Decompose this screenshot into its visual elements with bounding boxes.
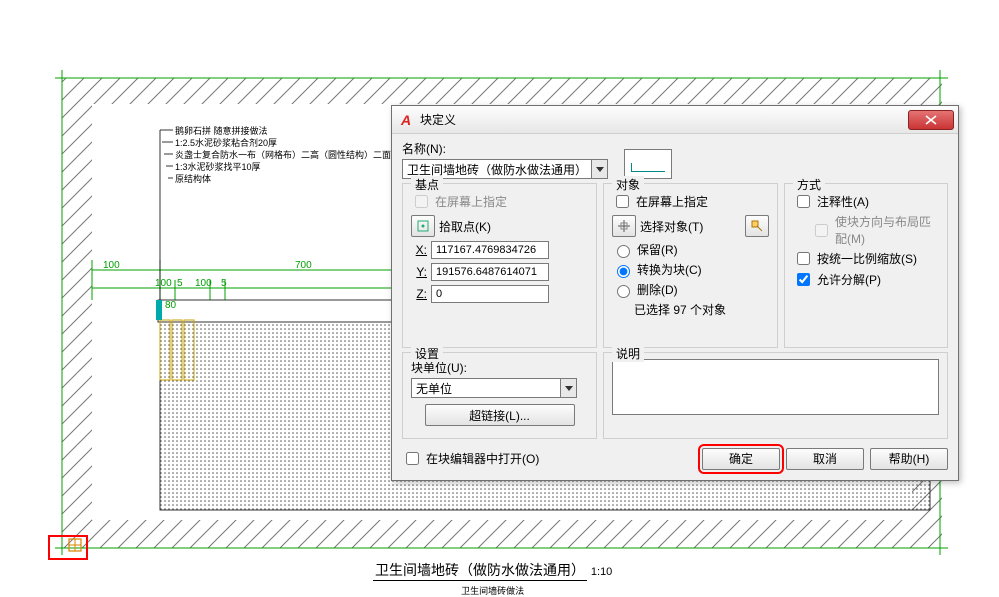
chk-label: 在屏幕上指定 [636, 193, 708, 210]
drawing-title-scale: 1:10 [591, 566, 612, 578]
chk-match-orientation-box [815, 224, 828, 237]
table-icon [68, 538, 82, 552]
close-icon [925, 115, 937, 125]
dim: 5 [221, 278, 227, 289]
dim: 700 [295, 260, 312, 271]
chk-specify-onscreen-base-box[interactable] [415, 195, 428, 208]
unit-dropdown[interactable] [561, 378, 577, 398]
group-settings: 设置 块单位(U): 超链接(L)... [402, 352, 597, 439]
radio-label: 保留(R) [637, 241, 678, 258]
quick-select-icon [750, 219, 764, 233]
chk-annotative-box[interactable] [797, 195, 810, 208]
chk-scale-uniform-box[interactable] [797, 252, 810, 265]
chk-allow-explode[interactable]: 允许分解(P) [793, 270, 939, 289]
radio-retain[interactable]: 保留(R) [612, 241, 769, 258]
legend-objects: 对象 [612, 176, 644, 193]
group-basepoint: 基点 在屏幕上指定 拾取点(K) X: Y: Z: [402, 183, 597, 348]
radio-convert-input[interactable] [617, 265, 630, 278]
select-objects-icon [617, 219, 631, 233]
chk-annotative[interactable]: 注释性(A) [793, 192, 939, 211]
chk-label: 使块方向与布局匹配(M) [835, 213, 939, 247]
radio-label: 转换为块(C) [637, 261, 702, 278]
dim: 100 [155, 278, 172, 289]
radio-label: 删除(D) [637, 281, 678, 298]
radio-delete[interactable]: 删除(D) [612, 281, 769, 298]
unit-select[interactable] [411, 378, 561, 398]
chk-label: 在屏幕上指定 [435, 193, 507, 210]
chk-specify-onscreen-obj-box[interactable] [616, 195, 629, 208]
name-label: 名称(N): [402, 140, 608, 157]
z-label: Z: [411, 287, 427, 301]
block-definition-dialog: A 块定义 名称(N): 基点 在屏幕上指定 [391, 105, 959, 481]
legend-settings: 设置 [411, 345, 443, 362]
legend-description: 说明 [612, 345, 644, 362]
chevron-down-icon [565, 386, 573, 391]
select-objects-button[interactable] [612, 215, 636, 237]
radio-delete-input[interactable] [617, 285, 630, 298]
chk-label: 注释性(A) [817, 193, 869, 210]
close-button[interactable] [908, 110, 954, 130]
hyperlink-button[interactable]: 超链接(L)... [425, 404, 575, 426]
chk-open-in-editor[interactable]: 在块编辑器中打开(O) [402, 449, 539, 468]
chk-scale-uniform[interactable]: 按统一比例缩放(S) [793, 249, 939, 268]
drawing-title-sub: 卫生间墙砖做法 [461, 586, 524, 596]
dim: 100 [103, 260, 120, 271]
cancel-button[interactable]: 取消 [786, 448, 864, 470]
app-icon: A [398, 112, 414, 128]
group-mode: 方式 注释性(A) 使块方向与布局匹配(M) 按统一比例缩放(S) 允许分解(P… [784, 183, 948, 348]
legend-mode: 方式 [793, 176, 825, 193]
dialog-titlebar[interactable]: A 块定义 [392, 106, 958, 134]
block-name-dropdown[interactable] [592, 159, 608, 179]
group-objects: 对象 在屏幕上指定 选择对象(T) 保留(R) 转换为块(C) 删除(D) [603, 183, 778, 348]
chevron-down-icon [596, 167, 604, 172]
y-input[interactable] [431, 263, 549, 281]
chk-match-orientation: 使块方向与布局匹配(M) [811, 213, 939, 247]
radio-retain-input[interactable] [617, 245, 630, 258]
chk-label: 按统一比例缩放(S) [817, 250, 917, 267]
dim: 80 [165, 300, 176, 311]
y-label: Y: [411, 265, 427, 279]
chk-specify-onscreen-obj[interactable]: 在屏幕上指定 [612, 192, 769, 211]
x-label: X: [411, 243, 427, 257]
ok-button[interactable]: 确定 [702, 448, 780, 470]
block-preview [624, 149, 672, 179]
z-input[interactable] [431, 285, 549, 303]
pick-point-icon [416, 219, 430, 233]
legend-basepoint: 基点 [411, 176, 443, 193]
radio-convert[interactable]: 转换为块(C) [612, 261, 769, 278]
help-button[interactable]: 帮助(H) [870, 448, 948, 470]
drawing-title: 卫生间墙地砖（做防水做法通用） 1:10 卫生间墙砖做法 [373, 560, 612, 597]
chk-open-in-editor-box[interactable] [406, 452, 419, 465]
chk-specify-onscreen-base[interactable]: 在屏幕上指定 [411, 192, 588, 211]
chk-allow-explode-box[interactable] [797, 273, 810, 286]
dim: 5 [177, 278, 183, 289]
pick-point-button[interactable] [411, 215, 435, 237]
x-input[interactable] [431, 241, 549, 259]
selection-count: 已选择 97 个对象 [634, 301, 769, 318]
group-description: 说明 [603, 352, 948, 439]
quick-select-button[interactable] [745, 215, 769, 237]
pick-point-label: 拾取点(K) [439, 218, 491, 235]
dialog-title: 块定义 [420, 111, 908, 128]
chk-label: 允许分解(P) [817, 271, 881, 288]
description-textarea[interactable] [612, 359, 939, 415]
select-objects-label: 选择对象(T) [640, 218, 741, 235]
drawing-title-main: 卫生间墙地砖（做防水做法通用） [373, 560, 587, 581]
dim: 100 [195, 278, 212, 289]
chk-label: 在块编辑器中打开(O) [426, 450, 539, 467]
